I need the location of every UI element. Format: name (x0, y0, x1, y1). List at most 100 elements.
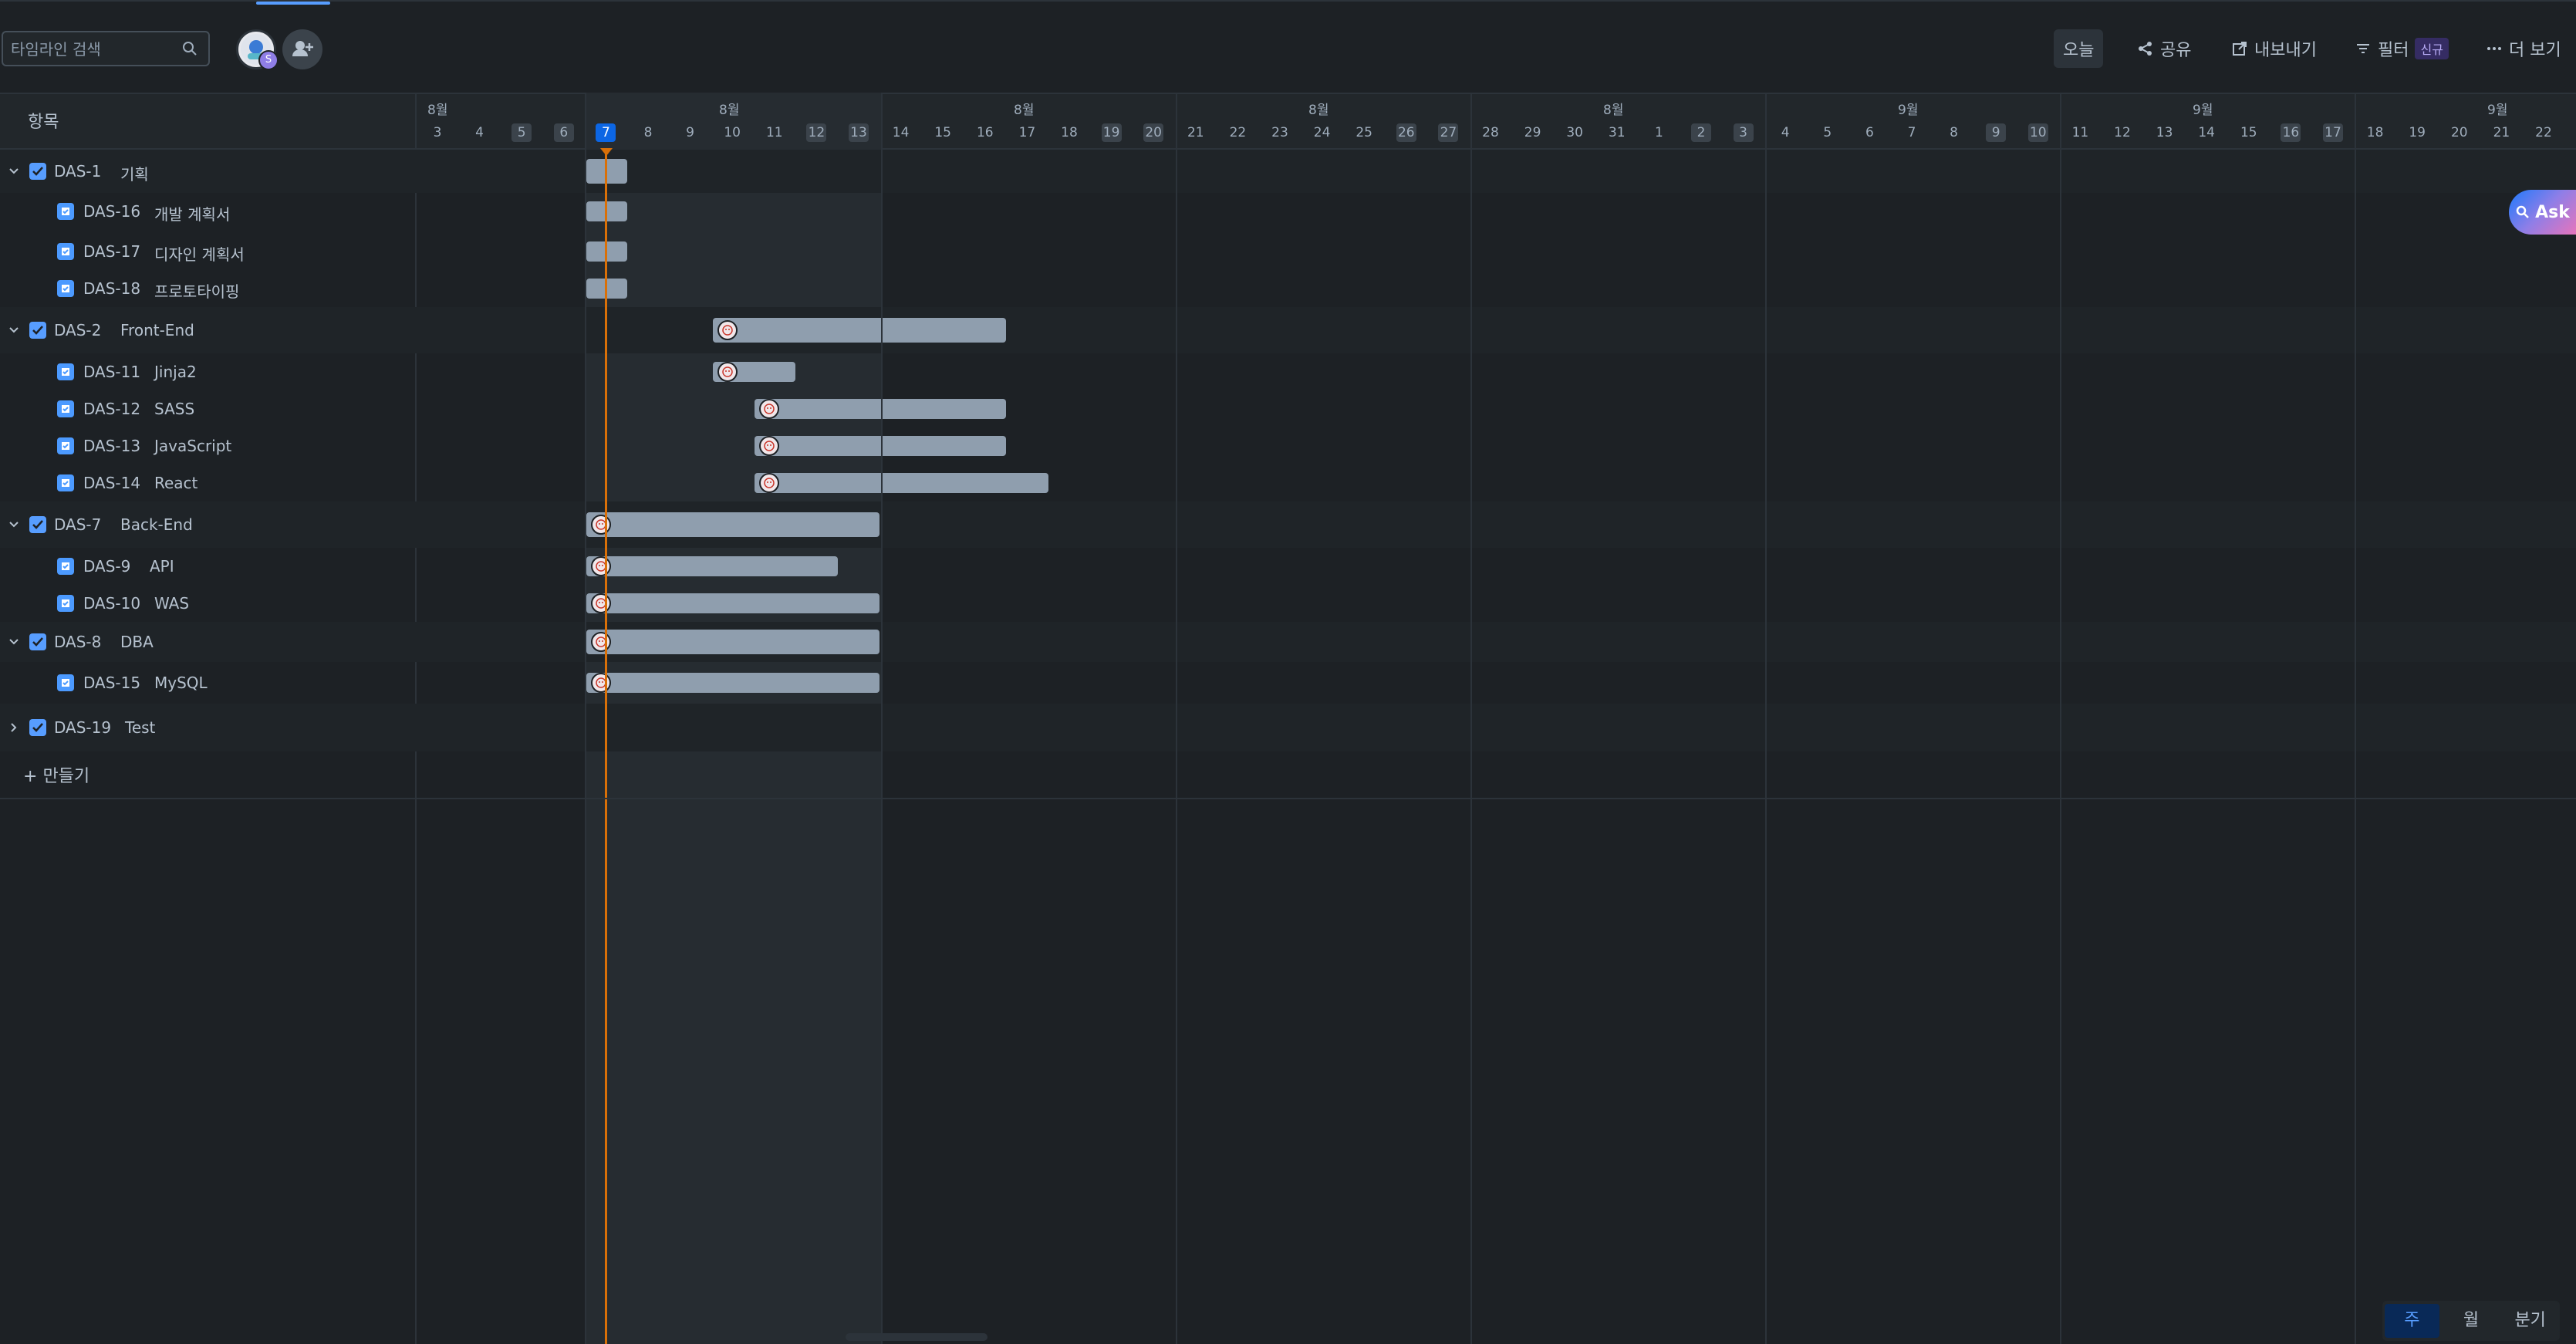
timeline-bar[interactable] (586, 556, 838, 576)
row-label-cell[interactable]: DAS-10 WAS (0, 585, 415, 622)
row-label-cell[interactable]: DAS-11 Jinja2 (0, 353, 415, 390)
issue-name: API (150, 557, 174, 576)
week-divider (1470, 93, 1472, 1344)
issue-key[interactable]: DAS-11 (83, 363, 140, 381)
epic-checkbox-icon (29, 516, 46, 533)
timeline-bar[interactable] (712, 318, 1006, 343)
timeline-bar[interactable] (586, 630, 880, 654)
row-label-cell[interactable]: DAS-9 API (0, 548, 415, 585)
day-label: 16 (2281, 123, 2301, 142)
more-button[interactable]: 더 보기 (2476, 29, 2571, 68)
timeline-bar[interactable] (755, 473, 1048, 493)
assignee-avatar (591, 515, 611, 535)
issue-key[interactable]: DAS-2 (54, 321, 101, 339)
day-label: 11 (765, 125, 783, 140)
issue-key[interactable]: DAS-7 (54, 515, 101, 534)
epic-row[interactable]: DAS-1 기획 (0, 150, 2576, 193)
row-label-cell[interactable]: DAS-7 Back-End (0, 501, 415, 548)
timeline-bar[interactable] (586, 673, 880, 693)
issue-key[interactable]: DAS-17 (83, 242, 140, 261)
issue-key[interactable]: DAS-10 (83, 594, 140, 613)
export-button[interactable]: 내보내기 (2222, 29, 2326, 68)
scale-option[interactable]: 월 (2444, 1304, 2499, 1338)
task-row[interactable]: DAS-9 API (0, 548, 2576, 585)
task-type-icon (57, 595, 74, 612)
task-type-icon (57, 400, 74, 417)
ask-button[interactable]: Ask (2509, 190, 2576, 235)
task-row[interactable]: DAS-14 React (0, 464, 2576, 501)
chevron-down-icon[interactable] (8, 165, 20, 177)
task-row[interactable]: DAS-10 WAS (0, 585, 2576, 622)
share-button[interactable]: 공유 (2128, 29, 2200, 68)
task-type-icon (57, 203, 74, 220)
issue-name: React (154, 474, 198, 492)
scale-option[interactable]: 분기 (2503, 1304, 2557, 1338)
row-label-cell[interactable]: DAS-16 개발 계획서 (0, 193, 415, 230)
issue-key[interactable]: DAS-9 (83, 557, 130, 576)
external-link-icon (2233, 42, 2247, 56)
day-label: 18 (2366, 125, 2384, 140)
chevron-down-icon[interactable] (8, 636, 20, 648)
issue-key[interactable]: DAS-13 (83, 437, 140, 455)
task-row[interactable]: DAS-11 Jinja2 (0, 353, 2576, 390)
epic-row[interactable]: DAS-19 Test (0, 704, 2576, 751)
day-label: 6 (553, 123, 574, 142)
task-row[interactable]: DAS-12 SASS (0, 390, 2576, 427)
issue-key[interactable]: DAS-18 (83, 279, 140, 298)
task-row[interactable]: DAS-17 디자인 계획서 (0, 233, 2576, 270)
epic-row[interactable]: DAS-7 Back-End (0, 501, 2576, 548)
filter-button[interactable]: 필터 신규 (2345, 29, 2458, 68)
row-label-cell[interactable]: DAS-8 DBA (0, 622, 415, 662)
day-label: 3 (433, 125, 442, 140)
row-label-cell[interactable]: DAS-13 JavaScript (0, 427, 415, 464)
issue-key[interactable]: DAS-12 (83, 400, 140, 418)
task-row[interactable]: DAS-18 프로토타이핑 (0, 270, 2576, 307)
day-label: 4 (475, 125, 484, 140)
chevron-right-icon[interactable] (8, 721, 20, 734)
task-row[interactable]: DAS-16 개발 계획서 (0, 193, 2576, 230)
export-label: 내보내기 (2254, 41, 2317, 60)
today-button[interactable]: 오늘 (2054, 29, 2104, 68)
assignee-avatar (591, 556, 611, 576)
epic-row[interactable]: DAS-8 DBA (0, 622, 2576, 662)
search-box[interactable] (2, 31, 210, 66)
row-label-cell[interactable]: DAS-12 SASS (0, 390, 415, 427)
issue-key[interactable]: DAS-19 (54, 718, 111, 737)
row-label-cell[interactable]: DAS-18 프로토타이핑 (0, 270, 415, 307)
row-label-cell[interactable]: DAS-2 Front-End (0, 307, 415, 353)
chevron-down-icon[interactable] (8, 518, 20, 531)
task-row[interactable]: DAS-13 JavaScript (0, 427, 2576, 464)
row-label-cell[interactable]: DAS-1 기획 (0, 150, 415, 193)
issue-key[interactable]: DAS-1 (54, 162, 101, 181)
issue-name: MySQL (154, 674, 208, 692)
search-input[interactable] (9, 35, 174, 63)
issue-key[interactable]: DAS-8 (54, 633, 101, 651)
issue-name: Test (125, 718, 156, 737)
issue-key[interactable]: DAS-16 (83, 202, 140, 221)
row-label-cell[interactable]: DAS-17 디자인 계획서 (0, 233, 415, 270)
day-label: 22 (1229, 125, 1247, 140)
task-row[interactable]: DAS-15 MySQL (0, 662, 2576, 704)
week-divider (1765, 93, 1767, 1344)
scale-option[interactable]: 주 (2385, 1304, 2439, 1338)
epic-row[interactable]: DAS-2 Front-End (0, 307, 2576, 353)
epic-checkbox-icon (29, 719, 46, 736)
day-label: 25 (1356, 125, 1372, 140)
avatar[interactable]: S (236, 29, 279, 70)
issue-key[interactable]: DAS-14 (83, 474, 140, 492)
day-label: 8 (643, 125, 653, 140)
row-label-cell[interactable]: DAS-19 Test (0, 704, 415, 751)
assignee-avatar (591, 673, 611, 693)
chevron-down-icon[interactable] (8, 324, 20, 336)
row-label-cell[interactable]: DAS-14 React (0, 464, 415, 501)
horizontal-scrollbar[interactable] (846, 1333, 988, 1341)
timeline-bar[interactable] (586, 512, 880, 537)
issue-key[interactable]: DAS-15 (83, 674, 140, 692)
timeline-bar[interactable] (712, 362, 795, 382)
week-divider (585, 93, 586, 1344)
task-type-icon (57, 363, 74, 380)
add-user-button[interactable] (282, 29, 322, 69)
create-item-button[interactable]: + 만들기 (0, 751, 415, 798)
timeline-bar[interactable] (586, 593, 880, 613)
row-label-cell[interactable]: DAS-15 MySQL (0, 662, 415, 704)
